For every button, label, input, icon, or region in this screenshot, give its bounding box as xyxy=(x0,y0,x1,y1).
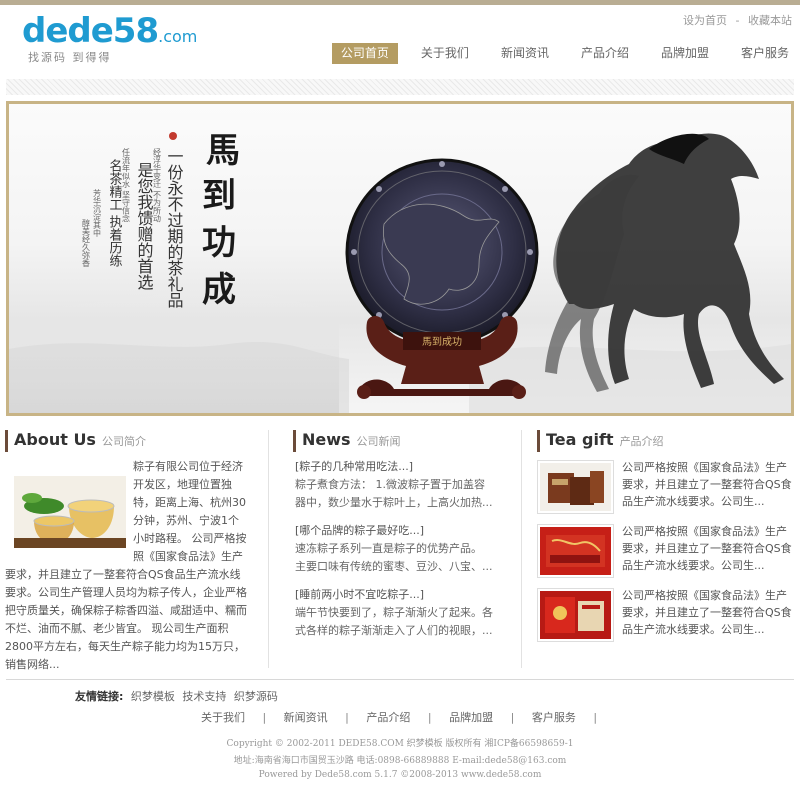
news-header: News 公司新闻 xyxy=(293,430,503,452)
footer-link-products[interactable]: 产品介绍 xyxy=(366,711,410,724)
footer-link-service[interactable]: 客户服务 xyxy=(532,711,576,724)
footer-divider xyxy=(6,679,794,680)
hero-banner[interactable]: 馬到成功 馬 到 功 成 一份永不过期的茶礼品 是您我馈赠的首选 名茶精工 执着… xyxy=(6,101,794,416)
tea-gift-section: Tea gift 产品介绍 公司严格按照《国家食品法》生产要求，并且建立了一整套… xyxy=(537,430,794,642)
about-title: About Us xyxy=(14,430,96,449)
banner-calligraphy: 馬 到 功 成 xyxy=(202,131,240,310)
product-item[interactable]: 公司严格按照《国家食品法》生产要求，并且建立了一整套符合QS食品生产流水线要求。… xyxy=(537,588,797,652)
add-favorite-link[interactable]: 收藏本站 xyxy=(748,14,792,27)
top-links-separator: - xyxy=(735,14,740,27)
product-list: 公司严格按照《国家食品法》生产要求，并且建立了一整套符合QS食品生产流水线要求。… xyxy=(537,460,797,652)
tea-gift-header: Tea gift 产品介绍 xyxy=(537,430,794,452)
poem-small-1: 经浮华变迁 不为所动 xyxy=(153,147,162,224)
about-header: About Us 公司简介 xyxy=(5,430,243,452)
plaque-text: 馬到成功 xyxy=(422,336,462,348)
title-char-2: 到 xyxy=(202,176,236,216)
product-desc: 公司严格按照《国家食品法》生产要求，并且建立了一整套符合QS食品生产流水线要求。… xyxy=(622,461,792,508)
banner-poem: 一份永不过期的茶礼品 是您我馈赠的首选 名茶精工 执着历练 经浮华变迁 不为所动… xyxy=(82,147,184,308)
footer-link-news[interactable]: 新闻资讯 xyxy=(284,711,328,724)
title-char-3: 功 xyxy=(202,223,236,263)
copyright-line: Copyright © 2002-2011 DEDE58.COM 织梦模板 版权… xyxy=(226,739,574,749)
about-section: About Us 公司简介 粽子有限公司位于经济开发区，地理位置独特，距离上海、… xyxy=(5,430,247,671)
news-item-title[interactable]: [粽子的几种常用吃法...] xyxy=(295,458,495,476)
set-homepage-link[interactable]: 设为首页 xyxy=(683,14,727,27)
news-list: [粽子的几种常用吃法...] 粽子煮食方法： 1.微波粽子置于加盖容器中，数少量… xyxy=(295,458,495,650)
footer-sep: | xyxy=(345,711,349,724)
footer-link-franchise[interactable]: 品牌加盟 xyxy=(449,711,493,724)
news-section: News 公司新闻 [粽子的几种常用吃法...] 粽子煮食方法： 1.微波粽子置… xyxy=(293,430,503,637)
nav-item-news[interactable]: 新闻资讯 xyxy=(492,43,558,64)
friend-links: 友情链接: 织梦模板 技术支持 织梦源码 xyxy=(75,688,278,704)
product-item[interactable]: 公司严格按照《国家食品法》生产要求，并且建立了一整套符合QS食品生产流水线要求。… xyxy=(537,524,797,588)
about-image-wrap xyxy=(5,458,133,554)
column-divider-left xyxy=(268,430,269,668)
main-nav: 公司首页 关于我们 新闻资讯 产品介绍 品牌加盟 客户服务 xyxy=(318,43,798,64)
friend-link[interactable]: 技术支持 xyxy=(182,690,226,703)
product-thumbnail[interactable] xyxy=(537,588,614,642)
title-char-1: 馬 xyxy=(206,131,240,171)
news-item-desc: 粽子煮食方法： 1.微波粽子置于加盖容器中，数少量水于粽叶上，上高火加热... xyxy=(295,478,493,509)
poem-small-2: 任流年似水 坚守信念 xyxy=(122,147,131,223)
product-desc: 公司严格按照《国家食品法》生产要求，并且建立了一整套符合QS食品生产流水线要求。… xyxy=(622,589,792,636)
address-line: 地址:海南省海口市国贸玉沙路 电话:0898-66889888 E-mail:d… xyxy=(233,756,567,766)
footer-sep: | xyxy=(510,711,515,724)
tea-gift-title: Tea gift xyxy=(546,430,614,449)
about-subtitle: 公司简介 xyxy=(101,435,146,448)
logo-text: dede xyxy=(22,11,114,51)
poem-line-1: 一份永不过期的茶礼品 xyxy=(165,148,184,308)
footer-sep: | xyxy=(262,711,267,724)
powered-by-line: Powered by Dede58.com 5.1.7 ©2008-2013 w… xyxy=(258,770,542,780)
poem-small-4: 醇美经久弥香 xyxy=(82,218,91,268)
top-accent-bar xyxy=(0,0,800,5)
news-item-desc: 速冻粽子系列一直是粽子的优势产品。 主要口味有传统的蜜枣、豆沙、八宝、... xyxy=(295,542,493,573)
friend-links-label: 友情链接: xyxy=(75,690,124,703)
footer-sep: | xyxy=(593,711,598,724)
footer-nav: 关于我们 | 新闻资讯 | 产品介绍 | 品牌加盟 | 客户服务 | xyxy=(0,709,800,725)
poem-line-3: 名茶精工 执着历练 xyxy=(107,158,123,267)
decorative-stripe xyxy=(6,79,794,95)
nav-item-products[interactable]: 产品介绍 xyxy=(572,43,638,64)
news-title: News xyxy=(302,430,351,449)
logo-domain: .com xyxy=(158,27,198,46)
news-item[interactable]: [粽子的几种常用吃法...] 粽子煮食方法： 1.微波粽子置于加盖容器中，数少量… xyxy=(295,458,495,512)
product-set-image xyxy=(540,591,611,639)
top-links: 设为首页 - 收藏本站 xyxy=(683,12,792,28)
site-logo[interactable]: dede58.com 找源码 到得得 xyxy=(22,14,197,64)
friend-link[interactable]: 织梦源码 xyxy=(234,690,278,703)
tea-cup-image[interactable] xyxy=(14,476,126,548)
news-item-desc: 端午节快要到了，粽子渐渐火了起来。各式各样的粽子渐渐走入了人们的视眼，... xyxy=(295,606,493,637)
product-gift-image xyxy=(540,527,611,575)
product-desc: 公司严格按照《国家食品法》生产要求，并且建立了一整套符合QS食品生产流水线要求。… xyxy=(622,525,792,572)
news-subtitle: 公司新闻 xyxy=(356,435,401,448)
nav-item-service[interactable]: 客户服务 xyxy=(732,43,798,64)
banner-artwork: 馬到成功 馬 到 功 成 一份永不过期的茶礼品 是您我馈赠的首选 名茶精工 执着… xyxy=(9,131,791,413)
footer-link-about[interactable]: 关于我们 xyxy=(201,711,245,724)
title-char-4: 成 xyxy=(202,270,236,310)
product-box-image xyxy=(540,463,611,511)
news-item[interactable]: [睡前两小时不宜吃粽子...] 端午节快要到了，粽子渐渐火了起来。各式各样的粽子… xyxy=(295,586,495,640)
news-item[interactable]: [哪个品牌的粽子最好吃...] 速冻粽子系列一直是粽子的优势产品。 主要口味有传… xyxy=(295,522,495,576)
poem-small-3: 芳华沉淀其中 xyxy=(93,188,102,238)
tea-gift-subtitle: 产品介绍 xyxy=(619,435,664,448)
logo-slogan: 找源码 到得得 xyxy=(28,51,112,64)
footer-sep: | xyxy=(427,711,432,724)
friend-link[interactable]: 织梦模板 xyxy=(131,690,175,703)
logo-number: 58 xyxy=(112,11,159,51)
news-item-title[interactable]: [睡前两小时不宜吃粽子...] xyxy=(295,586,495,604)
poem-line-2: 是您我馈赠的首选 xyxy=(135,162,154,291)
product-thumbnail[interactable] xyxy=(537,460,614,514)
seal-dot xyxy=(169,132,177,140)
nav-item-franchise[interactable]: 品牌加盟 xyxy=(652,43,718,64)
product-item[interactable]: 公司严格按照《国家食品法》生产要求，并且建立了一整套符合QS食品生产流水线要求。… xyxy=(537,460,797,524)
column-divider-right xyxy=(521,430,522,668)
product-thumbnail[interactable] xyxy=(537,524,614,578)
news-item-title[interactable]: [哪个品牌的粽子最好吃...] xyxy=(295,522,495,540)
nav-item-home[interactable]: 公司首页 xyxy=(331,43,398,64)
nav-item-about[interactable]: 关于我们 xyxy=(412,43,478,64)
